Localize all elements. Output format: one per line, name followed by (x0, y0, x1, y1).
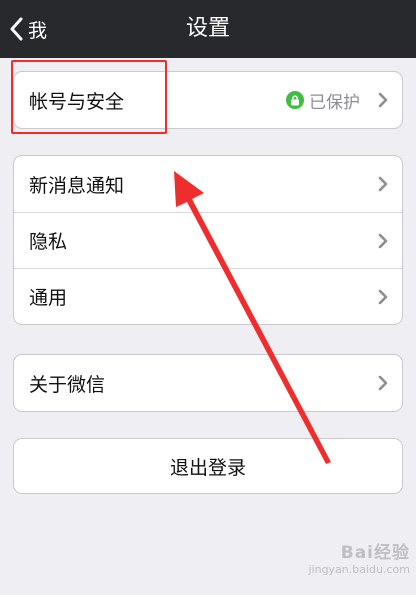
watermark: Bai经验 jingyan.baidu.com (300, 538, 410, 588)
settings-item-label: 隐私 (29, 231, 68, 253)
watermark-logo: Bai经验 (340, 543, 410, 563)
protection-status: 已保护 (286, 72, 360, 128)
settings-item-label: 通用 (29, 287, 68, 309)
chevron-right-icon (378, 233, 388, 249)
nav-bar: 我 设置 (0, 0, 416, 58)
chevron-right-icon (378, 289, 388, 305)
status-text: 已保护 (309, 92, 360, 113)
page-title: 设置 (185, 16, 230, 41)
watermark-url: jingyan.baidu.com (308, 563, 410, 576)
logout-button[interactable]: 退出登录 (13, 438, 403, 494)
settings-item-label: 新消息通知 (29, 174, 125, 197)
settings-item-general[interactable]: 通用 (14, 268, 402, 324)
account-group: 帐号与安全 已保护 (13, 71, 403, 129)
chevron-right-icon (378, 375, 388, 391)
settings-item-label: 关于微信 (29, 373, 106, 396)
notification-privacy-general-group: 新消息通知 隐私 通用 (13, 155, 403, 325)
chevron-right-icon (378, 92, 388, 108)
about-group: 关于微信 (13, 354, 403, 412)
settings-item-notifications[interactable]: 新消息通知 (14, 156, 402, 212)
settings-item-label: 帐号与安全 (29, 90, 125, 113)
lock-icon (286, 91, 304, 109)
settings-item-privacy[interactable]: 隐私 (14, 212, 402, 268)
settings-item-account-security[interactable]: 帐号与安全 已保护 (14, 72, 402, 128)
chevron-right-icon (378, 176, 388, 192)
settings-item-about[interactable]: 关于微信 (14, 355, 402, 411)
logout-label: 退出登录 (169, 456, 246, 479)
